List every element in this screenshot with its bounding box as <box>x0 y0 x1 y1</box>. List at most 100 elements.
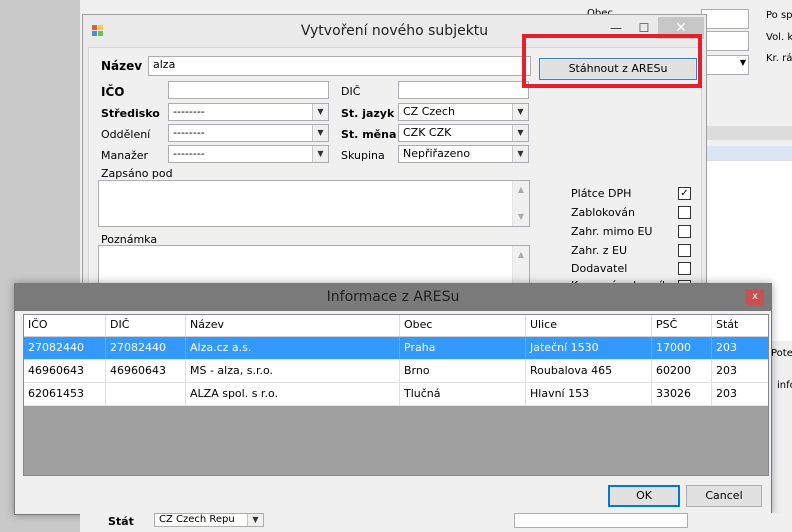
chevron-down-icon[interactable]: ▼ <box>312 146 328 162</box>
ico-label: IČO <box>101 85 125 99</box>
mena-label: St. měna <box>341 128 397 141</box>
bg-stat-select[interactable]: CZ Czech Repu ▼ <box>154 513 264 527</box>
chevron-down-icon[interactable]: ▼ <box>247 514 263 526</box>
chevron-down-icon[interactable]: ▼ <box>312 125 328 141</box>
ares-info-dialog: Informace z ARESu x IČO DIČ Název Obec U… <box>14 283 772 515</box>
zapsano-label: Zapsáno pod <box>101 167 173 180</box>
checkbox-dodavatel[interactable] <box>678 262 691 275</box>
bg-selected-bar <box>705 146 792 160</box>
column-header-obec[interactable]: Obec <box>400 315 526 336</box>
bg-label-krra: Kr. rá <box>766 53 792 64</box>
cell-stat: 203 <box>716 364 737 377</box>
cell-stat: 203 <box>716 387 737 400</box>
chevron-down-icon: ▼ <box>739 58 746 67</box>
highlight-annotation <box>522 34 702 88</box>
checkbox-zahr-z-eu[interactable] <box>678 244 691 257</box>
column-header-stat[interactable]: Stát <box>712 315 768 336</box>
scrollbar[interactable]: ▲ ▼ <box>512 181 529 226</box>
cell-ico: 62061453 <box>24 383 106 405</box>
chevron-down-icon[interactable]: ▼ <box>512 146 528 162</box>
bg-stat-label: Stát <box>108 515 134 528</box>
bg-text-info: info <box>777 380 792 391</box>
stredisko-value: -------- <box>173 105 205 118</box>
column-header-psc[interactable]: PSČ <box>652 315 712 336</box>
dic-input[interactable] <box>398 81 529 99</box>
zapsano-textarea[interactable]: ▲ ▼ <box>98 180 530 227</box>
cell-psc: 33026 <box>652 383 712 405</box>
chevron-down-icon[interactable]: ▼ <box>512 104 528 120</box>
checkbox-label-zahr-mimo-eu: Zahr. mimo EU <box>571 225 653 238</box>
chevron-down-icon[interactable]: ▼ <box>512 125 528 141</box>
table-row[interactable]: 27082440 27082440 Alza.cz a.s. Praha Jat… <box>24 337 768 360</box>
jazyk-select[interactable]: CZ Czech ▼ <box>398 103 529 121</box>
cell-ulice: Hlavní 153 <box>526 383 652 405</box>
cell-dic <box>106 383 186 405</box>
checkbox-label-dodavatel: Dodavatel <box>571 262 628 275</box>
background-bottom-strip: Stát CZ Czech Repu ▼ <box>80 513 792 532</box>
scroll-down-icon[interactable]: ▼ <box>513 210 529 224</box>
stredisko-select[interactable]: -------- ▼ <box>168 103 329 121</box>
manazer-select[interactable]: -------- ▼ <box>168 145 329 163</box>
nazev-label: Název <box>101 59 143 73</box>
mena-select[interactable]: CZK CZK ▼ <box>398 124 529 142</box>
cell-dic: 27082440 <box>106 337 186 359</box>
bg-label-volk: Vol. k <box>766 32 792 43</box>
scroll-up-icon[interactable]: ▲ <box>513 183 529 197</box>
cell-nazev: ALZA spol. s r.o. <box>186 383 400 405</box>
checkbox-label-zablokovan: Zablokován <box>571 206 635 219</box>
bg-input-obec[interactable] <box>701 9 749 29</box>
mena-value: CZK CZK <box>403 126 452 139</box>
column-header-nazev[interactable]: Název <box>186 315 400 336</box>
manazer-value: -------- <box>173 147 205 160</box>
manazer-label: Manažer <box>101 149 149 162</box>
column-header-dic[interactable]: DIČ <box>106 315 186 336</box>
bg-select-3[interactable]: ▼ <box>701 55 749 75</box>
table-row[interactable]: 46960643 46960643 MS - alza, s.r.o. Brno… <box>24 360 768 383</box>
checkbox-zablokovan[interactable] <box>678 206 691 219</box>
skupina-value: Nepřiřazeno <box>403 147 471 160</box>
checkbox-label-zahr-z-eu: Zahr. z EU <box>571 244 628 257</box>
bg-stat-value: CZ Czech Repu <box>159 514 235 525</box>
grid-header: IČO DIČ Název Obec Ulice PSČ Stát <box>24 315 768 337</box>
oddeleni-label: Oddělení <box>101 128 151 141</box>
ares-results-grid: IČO DIČ Název Obec Ulice PSČ Stát 270824… <box>23 314 769 476</box>
close-icon[interactable]: x <box>746 289 764 305</box>
cell-ico: 46960643 <box>24 360 106 382</box>
cell-obec: Tlučná <box>400 383 526 405</box>
cell-ulice: Roubalova 465 <box>526 360 652 382</box>
jazyk-label: St. jazyk <box>341 107 395 120</box>
nazev-input[interactable]: alza <box>148 56 531 76</box>
skupina-label: Skupina <box>341 149 385 162</box>
jazyk-value: CZ Czech <box>403 105 455 118</box>
skupina-select[interactable]: Nepřiřazeno ▼ <box>398 145 529 163</box>
ok-button[interactable]: OK <box>608 485 680 507</box>
checkbox-label-platce-dph: Plátce DPH <box>571 187 632 200</box>
bg-text-pote: Pote <box>771 348 792 359</box>
dic-label: DIČ <box>341 85 361 98</box>
ico-input[interactable] <box>168 81 329 99</box>
table-row[interactable]: 62061453 ALZA spol. s r.o. Tlučná Hlavní… <box>24 383 768 406</box>
cell-nazev: MS - alza, s.r.o. <box>186 360 400 382</box>
cell-psc: 60200 <box>652 360 712 382</box>
bg-input-2[interactable] <box>701 31 749 51</box>
oddeleni-select[interactable]: -------- ▼ <box>168 124 329 142</box>
cancel-button[interactable]: Cancel <box>686 485 762 507</box>
bg-header-bar <box>705 126 792 140</box>
column-header-ico[interactable]: IČO <box>24 315 106 336</box>
cell-psc: 17000 <box>652 337 712 359</box>
stredisko-label: Středisko <box>101 107 160 120</box>
bg-bottom-input[interactable] <box>514 513 688 528</box>
cell-obec: Praha <box>400 337 526 359</box>
scroll-up-icon[interactable]: ▲ <box>513 248 529 262</box>
checkbox-zahr-mimo-eu[interactable] <box>678 225 691 238</box>
oddeleni-value: -------- <box>173 126 205 139</box>
chevron-down-icon[interactable]: ▼ <box>312 104 328 120</box>
cell-ico: 27082440 <box>24 337 106 359</box>
ares-dialog-title: Informace z ARESu <box>326 289 460 305</box>
column-header-ulice[interactable]: Ulice <box>526 315 652 336</box>
cell-dic: 46960643 <box>106 360 186 382</box>
cell-stat: 203 <box>716 341 737 354</box>
check-icon: ✓ <box>680 188 689 199</box>
checkbox-platce-dph[interactable]: ✓ <box>678 187 691 200</box>
cell-ulice: Jateční 1530 <box>526 337 652 359</box>
